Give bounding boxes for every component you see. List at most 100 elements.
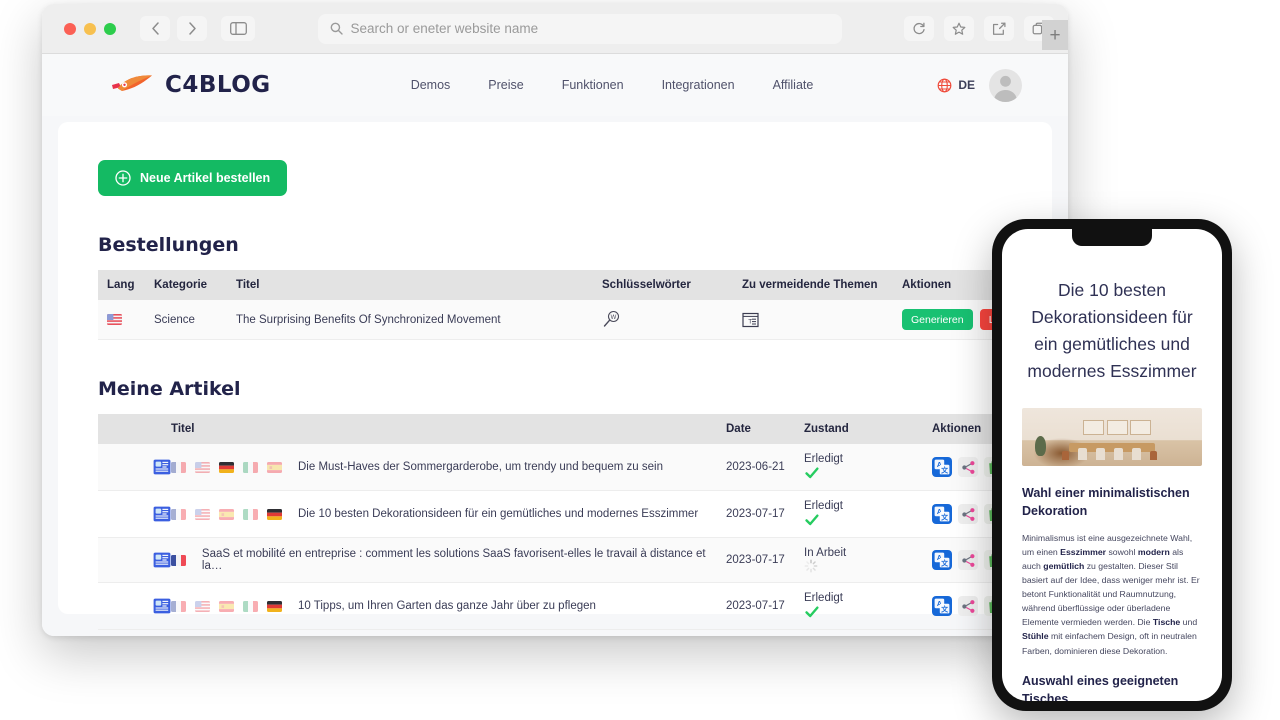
table-row[interactable]: 10 Tipps, um Ihren Garten das ganze Jahr… (98, 583, 1052, 630)
window-controls[interactable] (64, 22, 116, 35)
share-icon[interactable] (958, 504, 978, 525)
flag-us[interactable] (195, 508, 210, 520)
flag-us[interactable] (195, 600, 210, 612)
phone-body-bold-3: gemütlich (1043, 560, 1085, 571)
articles-table-head: Titel Date Zustand Aktionen (98, 414, 1052, 444)
svg-text:文: 文 (941, 465, 949, 474)
browser-titlebar: Search or eneter website name + (42, 4, 1068, 54)
browser-window: Search or eneter website name + C4BLOG D… (42, 4, 1068, 636)
language-switcher[interactable]: DE (937, 78, 975, 93)
col-articles-date: Date (726, 423, 751, 435)
forward-button[interactable] (177, 16, 207, 41)
article-title-text: SaaS et mobilité en entreprise : comment… (201, 548, 706, 573)
flag-it[interactable] (243, 461, 258, 473)
site-logo[interactable]: C4BLOG (108, 72, 271, 98)
flag-es[interactable] (219, 508, 234, 520)
phone-section1-heading: Wahl einer minimalistischen Dekoration (1022, 485, 1190, 518)
check-icon (804, 604, 932, 620)
article-flags-and-title: 10 Tipps, um Ihren Garten das ganze Jahr… (171, 600, 726, 612)
new-tab-button[interactable]: + (1042, 20, 1068, 50)
flag-fr[interactable] (171, 461, 186, 473)
nav-item-affiliate[interactable]: Affiliate (773, 78, 814, 92)
nav-item-funktionen[interactable]: Funktionen (562, 78, 624, 92)
flag-de[interactable] (267, 508, 282, 520)
svg-text:W: W (611, 315, 617, 321)
flag-es[interactable] (267, 461, 282, 473)
table-row[interactable]: Die 10 besten Dekorationsideen für ein g… (98, 491, 1052, 538)
dashboard-card: Neue Artikel bestellen Bestellungen Lang… (58, 122, 1052, 630)
minimize-window-button[interactable] (84, 22, 96, 35)
share-button[interactable] (984, 16, 1014, 41)
nav-item-integrationen[interactable]: Integrationen (662, 78, 735, 92)
address-bar[interactable]: Search or eneter website name (317, 13, 842, 44)
article-doc-icon-cell (98, 538, 171, 583)
translate-icon[interactable]: A文 (932, 457, 952, 478)
reload-button[interactable] (904, 16, 934, 41)
article-title-cell: Die Must-Haves der Sommergarderobe, um t… (171, 444, 726, 491)
nav-item-preise[interactable]: Preise (488, 78, 523, 92)
translate-icon[interactable]: A文 (932, 596, 952, 617)
share-icon[interactable] (958, 457, 978, 478)
article-status-label: Erledigt (804, 592, 843, 605)
screenshot-root: Search or eneter website name + C4BLOG D… (0, 0, 1280, 720)
main-navigation: Demos Preise Funktionen Integrationen Af… (411, 78, 814, 92)
article-date-cell: 2023-07-17 (726, 600, 785, 613)
orders-table-head: Lang Kategorie Titel Schlüsselwörter Zu … (98, 270, 1052, 300)
table-row[interactable]: Science The Surprising Benefits Of Synch… (98, 300, 1052, 340)
translate-icon[interactable]: A文 (932, 504, 952, 525)
language-label: DE (958, 78, 975, 92)
order-keywords-cell[interactable]: W (602, 300, 742, 340)
order-lang-cell (98, 300, 154, 340)
new-articles-order-button[interactable]: Neue Artikel bestellen (98, 160, 288, 196)
share-icon[interactable] (958, 596, 978, 617)
table-row[interactable]: Die Must-Haves der Sommergarderobe, um t… (98, 444, 1052, 491)
close-window-button[interactable] (64, 22, 76, 35)
articles-table-body: Die Must-Haves der Sommergarderobe, um t… (98, 444, 1052, 630)
flag-fr[interactable] (171, 508, 186, 520)
new-articles-order-label: Neue Artikel bestellen (140, 171, 271, 185)
phone-body-text-5: und (1180, 617, 1198, 628)
address-bar-container: Search or eneter website name (255, 13, 904, 44)
sidebar-toggle-button[interactable] (221, 16, 255, 41)
plus-circle-icon (115, 170, 131, 186)
user-avatar-icon (993, 75, 1018, 102)
orders-table: Lang Kategorie Titel Schlüsselwörter Zu … (98, 270, 1052, 340)
phone-mockup: Die 10 besten Dekorationsideen für ein g… (992, 219, 1232, 711)
generate-button[interactable]: Generieren (902, 309, 973, 330)
article-doc-icon (153, 458, 171, 476)
order-avoid-cell[interactable]: T (742, 300, 902, 340)
header-right: DE (937, 68, 1022, 102)
share-icon[interactable] (958, 550, 978, 571)
phone-section1-body: Minimalismus ist eine ausgezeichnete Wah… (1022, 531, 1202, 658)
maximize-window-button[interactable] (104, 22, 116, 35)
flag-es[interactable] (219, 600, 234, 612)
article-flags-and-title: SaaS et mobilité en entreprise : comment… (171, 548, 726, 572)
translate-icon[interactable]: A文 (932, 550, 952, 571)
article-status-cell: Erledigt (804, 444, 932, 491)
svg-text:T: T (748, 318, 752, 325)
flag-fr[interactable] (171, 554, 186, 566)
phone-notch (1072, 229, 1152, 246)
flag-it[interactable] (243, 508, 258, 520)
flag-us[interactable] (195, 461, 210, 473)
table-row[interactable]: SaaS et mobilité en entreprise : comment… (98, 537, 1052, 583)
avatar[interactable] (989, 68, 1022, 102)
magnifier-w-icon: W (602, 310, 696, 329)
nav-item-demos[interactable]: Demos (411, 78, 451, 92)
back-button[interactable] (140, 16, 170, 41)
article-doc-icon-cell (98, 444, 171, 491)
article-status-label: Erledigt (804, 500, 843, 513)
flag-de[interactable] (267, 600, 282, 612)
flag-fr[interactable] (171, 600, 186, 612)
flag-it[interactable] (243, 600, 258, 612)
check-icon (804, 465, 932, 481)
article-title-text: Die Must-Haves der Sommergarderobe, um t… (298, 461, 663, 474)
article-flags-and-title: Die 10 besten Dekorationsideen für ein g… (171, 508, 726, 520)
logo-text: C4BLOG (165, 72, 271, 98)
col-schluesselwoerter: Schlüsselwörter (602, 279, 691, 291)
article-flags-and-title: Die Must-Haves der Sommergarderobe, um t… (171, 461, 726, 473)
flag-de[interactable] (219, 461, 234, 473)
article-date-cell: 2023-07-17 (726, 554, 785, 567)
order-kategorie-cell: Science (154, 313, 195, 326)
star-icon[interactable] (944, 16, 974, 41)
